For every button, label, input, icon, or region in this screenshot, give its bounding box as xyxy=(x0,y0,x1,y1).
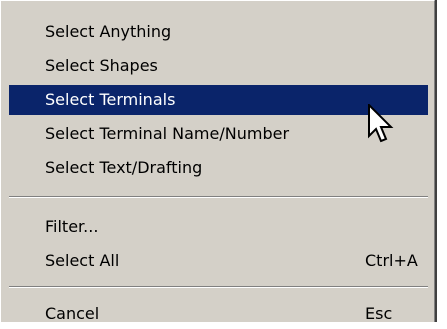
menu-separator xyxy=(9,286,428,288)
context-menu: Select Anything Select Shapes Select Ter… xyxy=(0,0,435,323)
menu-item-select-terminal-name-number[interactable]: Select Terminal Name/Number xyxy=(9,119,428,149)
menu-item-label: Select All xyxy=(45,251,120,270)
menu-item-cancel[interactable]: Cancel Esc xyxy=(9,299,428,329)
menu-item-select-all[interactable]: Select All Ctrl+A xyxy=(9,246,428,276)
menu-item-select-shapes[interactable]: Select Shapes xyxy=(9,51,428,81)
menu-item-filter[interactable]: Filter... xyxy=(9,212,428,242)
menu-item-shortcut: Esc xyxy=(365,304,393,323)
menu-item-label: Select Shapes xyxy=(45,56,158,75)
menu-separator xyxy=(9,196,428,198)
menu-item-label: Cancel xyxy=(45,304,100,323)
menu-shadow-edge xyxy=(435,0,437,322)
menu-item-label: Filter... xyxy=(45,217,99,236)
menu-item-label: Select Terminal Name/Number xyxy=(45,124,290,143)
menu-item-label: Select Text/Drafting xyxy=(45,158,203,177)
menu-item-shortcut: Ctrl+A xyxy=(365,251,418,270)
menu-item-label: Select Anything xyxy=(45,22,172,41)
menu-item-label: Select Terminals xyxy=(45,90,176,109)
menu-item-select-terminals[interactable]: Select Terminals xyxy=(9,85,428,115)
menu-item-select-anything[interactable]: Select Anything xyxy=(9,17,428,47)
arrow-pointer-icon xyxy=(368,104,394,143)
menu-item-select-text-drafting[interactable]: Select Text/Drafting xyxy=(9,153,428,183)
